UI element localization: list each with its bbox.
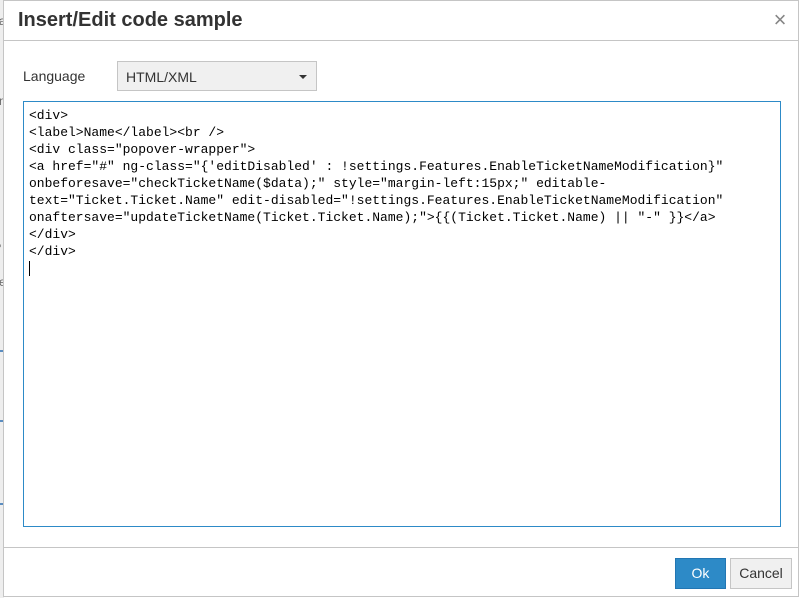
code-line: </div> [29,227,76,242]
code-line: <div class="popover-wrapper"> [29,142,256,157]
text-caret [29,261,30,276]
code-line: <a href="#" ng-class="{'editDisabled' : … [29,159,724,174]
code-line: </div> [29,244,76,259]
code-textarea[interactable]: <div> <label>Name</label><br /> <div cla… [23,101,781,527]
code-line: onaftersave="updateTicketName(Ticket.Tic… [29,210,716,225]
close-icon[interactable]: × [770,9,790,31]
language-label: Language [23,68,86,84]
cancel-button[interactable]: Cancel [730,558,792,589]
code-line: onbeforesave="checkTicketName($data);" s… [29,176,607,191]
chevron-down-icon [299,75,307,79]
language-selected-value: HTML/XML [126,69,197,85]
language-select[interactable]: HTML/XML [117,61,317,91]
code-line: <label>Name</label><br /> [29,125,225,140]
code-line: <div> [29,108,69,123]
dialog-header: Insert/Edit code sample × [4,1,798,41]
dialog-footer: Ok Cancel [4,547,798,598]
dialog-title: Insert/Edit code sample [18,9,243,31]
ok-button[interactable]: Ok [675,558,726,589]
code-line: text="Ticket.Ticket.Name" edit-disabled=… [29,193,724,208]
background-text-fragment: ' [0,242,1,256]
code-sample-dialog: Insert/Edit code sample × Language HTML/… [3,0,799,597]
